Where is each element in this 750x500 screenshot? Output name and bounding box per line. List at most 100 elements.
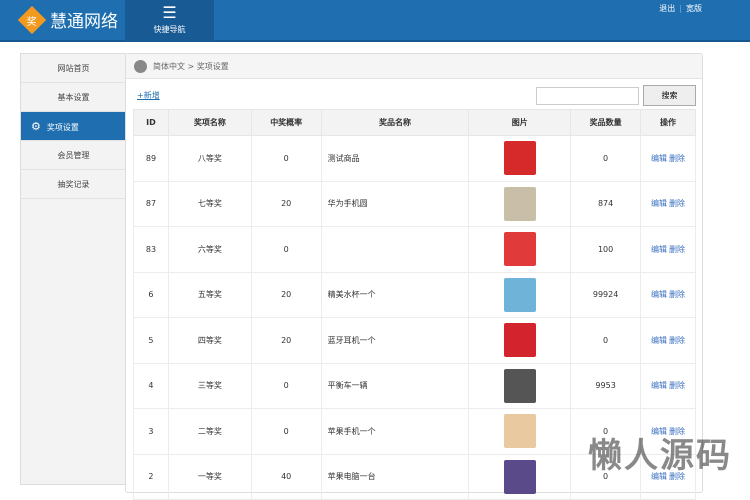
prize-level-cell: 六等奖 (167, 226, 252, 273)
actions-cell: 编辑 删除 (640, 317, 696, 364)
table-row: 89 八等奖 0 测试商品 0 编辑 删除 (133, 135, 696, 182)
sidebar-item[interactable]: 网站首页 (21, 54, 126, 83)
logo-badge-icon: 奖 (17, 5, 47, 34)
delete-link[interactable]: 删除 (669, 381, 685, 390)
item-name-cell: 苹果电脑一台 (320, 453, 470, 500)
breadcrumb-text: 简体中文 > 奖项设置 (153, 61, 229, 71)
search-input[interactable] (536, 87, 639, 105)
edit-link[interactable]: 编辑 (651, 154, 667, 163)
sidebar-item-label: 抽奖记录 (57, 180, 90, 189)
sidebar-item-label: 会员管理 (57, 151, 90, 160)
rate-cell: 0 (250, 362, 322, 409)
id-cell: 3 (133, 408, 169, 455)
prize-image (503, 414, 536, 449)
actions-cell: 编辑 删除 (640, 135, 696, 182)
id-cell: 89 (133, 135, 169, 182)
sidebar: 网站首页基本设置 ⚙ 奖项设置会员管理抽奖记录 (20, 53, 126, 485)
sidebar-item[interactable]: 会员管理 (21, 141, 126, 170)
edit-link[interactable]: 编辑 (651, 290, 667, 299)
item-name-cell: 苹果手机一个 (320, 408, 470, 455)
delete-link[interactable]: 删除 (669, 290, 685, 299)
prize-image (503, 232, 536, 267)
prize-level-cell: 七等奖 (167, 180, 252, 227)
quantity-cell: 9953 (570, 362, 642, 409)
table-row: 87 七等奖 20 华为手机圆 874 编辑 删除 (133, 180, 696, 227)
logo[interactable]: 奖 慧通网络 (17, 5, 118, 34)
quantity-cell: 0 (570, 135, 642, 182)
column-header: 奖品数量 (570, 109, 642, 136)
list-icon: ☰ (162, 3, 177, 22)
table-row: 6 五等奖 20 精美水杯一个 99924 编辑 删除 (133, 271, 696, 318)
item-name-cell: 测试商品 (320, 135, 470, 182)
edit-link[interactable]: 编辑 (651, 381, 667, 390)
rate-cell: 40 (250, 453, 322, 500)
rate-cell: 0 (250, 226, 322, 273)
sidebar-item-label: 基本设置 (57, 93, 90, 102)
prize-level-cell: 一等奖 (167, 453, 252, 500)
table-row: 5 四等奖 20 蓝牙耳机一个 0 编辑 删除 (133, 317, 696, 364)
wide-mode-link[interactable]: 宽版 (686, 4, 702, 13)
item-name-cell: 平衡车一辆 (320, 362, 470, 409)
actions-cell: 编辑 删除 (640, 362, 696, 409)
logout-link[interactable]: 退出 (659, 4, 675, 13)
rate-cell: 0 (250, 135, 322, 182)
id-cell: 4 (133, 362, 169, 409)
item-name-cell: 华为手机圆 (320, 180, 470, 227)
prize-level-cell: 八等奖 (167, 135, 252, 182)
watermark: 懒人源码 (588, 436, 732, 476)
id-cell: 6 (133, 271, 169, 318)
prize-image (503, 323, 536, 358)
column-header: 图片 (468, 109, 572, 136)
search-button[interactable]: 搜索 (643, 85, 696, 106)
quick-nav-button[interactable]: ☰ 快捷导航 (125, 0, 214, 42)
item-name-cell: 精美水杯一个 (320, 271, 470, 318)
delete-link[interactable]: 删除 (669, 154, 685, 163)
edit-link[interactable]: 编辑 (651, 245, 667, 254)
add-new-link[interactable]: +新增 (137, 90, 160, 101)
sidebar-item[interactable]: 抽奖记录 (21, 170, 126, 199)
id-cell: 5 (133, 317, 169, 364)
image-cell (468, 271, 572, 318)
prize-image (503, 368, 536, 403)
breadcrumb: 简体中文 > 奖项设置 (126, 54, 702, 79)
edit-link[interactable]: 编辑 (651, 199, 667, 208)
image-cell (468, 180, 572, 227)
sidebar-item[interactable]: ⚙ 奖项设置 (21, 112, 126, 141)
delete-link[interactable]: 删除 (669, 336, 685, 345)
sidebar-item-label: 网站首页 (57, 64, 90, 73)
column-header: ID (133, 109, 169, 136)
actions-cell: 编辑 删除 (640, 180, 696, 227)
prize-level-cell: 三等奖 (167, 362, 252, 409)
id-cell: 83 (133, 226, 169, 273)
quick-nav-label: 快捷导航 (153, 25, 186, 34)
column-header: 奖品名称 (320, 109, 470, 136)
id-cell: 2 (133, 453, 169, 500)
image-cell (468, 362, 572, 409)
divider: | (679, 4, 682, 13)
table-row: 4 三等奖 0 平衡车一辆 9953 编辑 删除 (133, 362, 696, 409)
quantity-cell: 874 (570, 180, 642, 227)
delete-link[interactable]: 删除 (669, 245, 685, 254)
gear-icon: ⚙ (31, 120, 41, 133)
image-cell (468, 226, 572, 273)
sidebar-item-label: 奖项设置 (46, 123, 79, 132)
item-name-cell (320, 226, 470, 273)
image-cell (468, 453, 572, 500)
column-header: 中奖概率 (250, 109, 322, 136)
edit-link[interactable]: 编辑 (651, 336, 667, 345)
delete-link[interactable]: 删除 (669, 199, 685, 208)
prize-image (503, 141, 536, 176)
image-cell (468, 317, 572, 364)
image-cell (468, 408, 572, 455)
prize-level-cell: 二等奖 (167, 408, 252, 455)
rate-cell: 20 (250, 271, 322, 318)
site-title: 慧通网络 (50, 12, 118, 32)
prize-image (503, 277, 536, 312)
column-header: 奖项名称 (167, 109, 252, 136)
sidebar-item[interactable]: 基本设置 (21, 83, 126, 112)
item-name-cell: 蓝牙耳机一个 (320, 317, 470, 364)
actions-cell: 编辑 删除 (640, 271, 696, 318)
image-cell (468, 135, 572, 182)
quantity-cell: 0 (570, 317, 642, 364)
prize-level-cell: 五等奖 (167, 271, 252, 318)
